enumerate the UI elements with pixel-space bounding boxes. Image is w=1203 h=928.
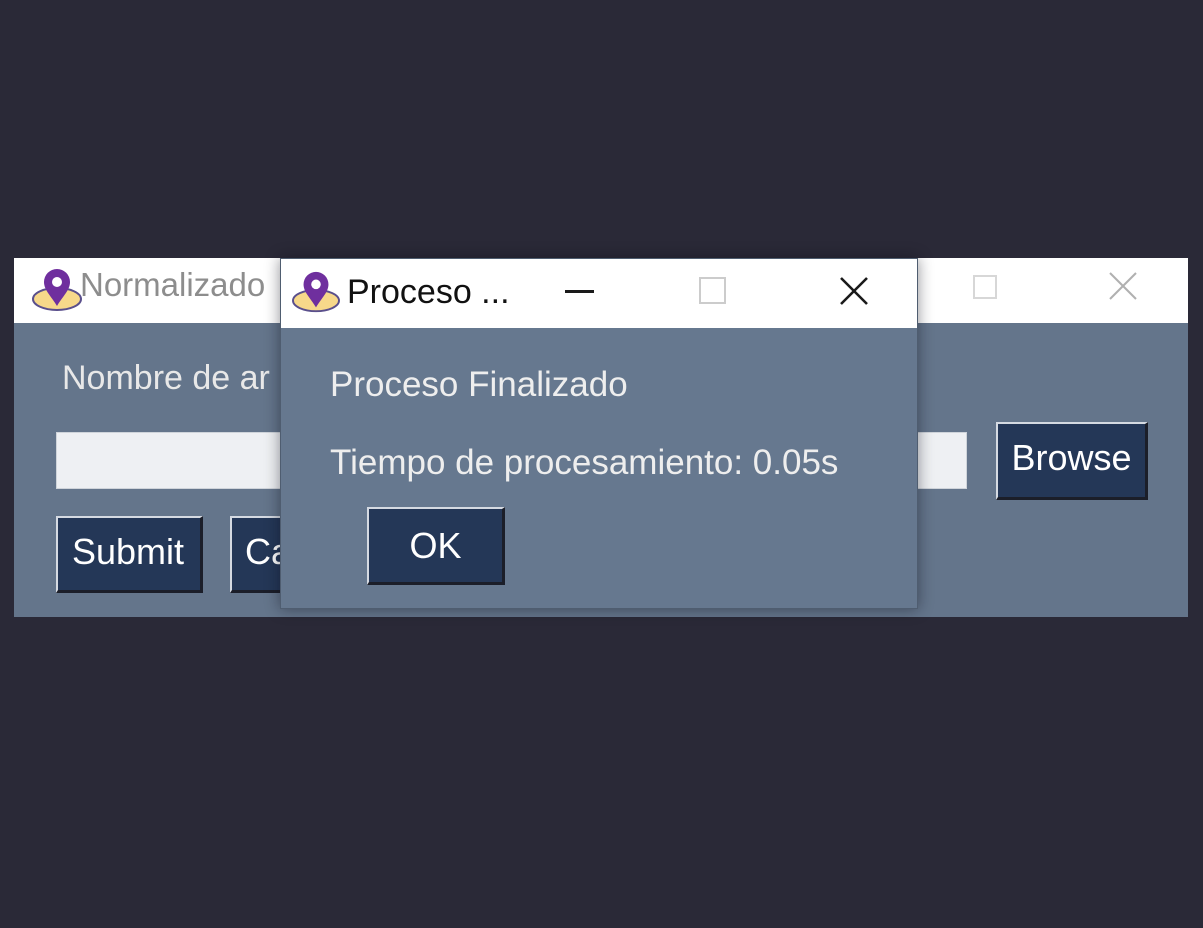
- process-dialog: Proceso ... Proceso Finalizado Tiempo de…: [280, 258, 918, 609]
- main-window-title: Normalizado: [80, 266, 266, 303]
- dialog-close-button[interactable]: [821, 259, 889, 328]
- main-maximize-button[interactable]: [954, 258, 1018, 323]
- dialog-minimize-button[interactable]: [549, 259, 615, 328]
- close-icon: [1109, 272, 1137, 300]
- main-close-button[interactable]: [1088, 258, 1158, 323]
- filename-label: Nombre de ar: [62, 359, 270, 397]
- map-pin-icon: [32, 269, 82, 311]
- close-icon: [840, 277, 868, 305]
- dialog-title: Proceso ...: [347, 273, 510, 311]
- dialog-maximize-button[interactable]: [681, 259, 747, 328]
- processing-time-text: Tiempo de procesamiento: 0.05s: [330, 443, 839, 482]
- map-pin-icon: [292, 271, 340, 313]
- dialog-titlebar[interactable]: Proceso ...: [281, 259, 917, 328]
- ok-button[interactable]: OK: [367, 507, 505, 585]
- minimize-icon: [565, 290, 594, 293]
- browse-button[interactable]: Browse: [996, 422, 1148, 500]
- submit-button[interactable]: Submit: [56, 516, 203, 593]
- maximize-icon: [699, 277, 726, 304]
- maximize-icon: [973, 275, 997, 299]
- dialog-message: Proceso Finalizado: [330, 365, 628, 404]
